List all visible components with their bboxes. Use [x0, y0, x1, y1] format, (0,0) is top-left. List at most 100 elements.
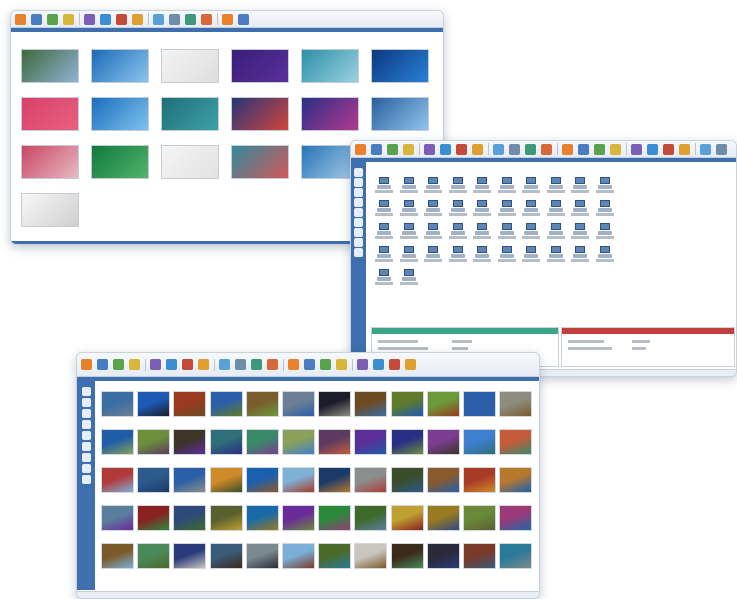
wallpaper-thumbnail[interactable]: [463, 505, 496, 531]
toolbar-tool-icon[interactable]: [440, 143, 451, 155]
wallpaper-thumbnail[interactable]: [390, 429, 424, 455]
wallpaper-thumbnail[interactable]: [209, 391, 243, 417]
toolbar-tool-icon[interactable]: [472, 143, 483, 155]
wallpaper-thumbnail[interactable]: [354, 467, 388, 493]
wallpaper-thumbnail[interactable]: [390, 505, 424, 531]
wallpaper-thumbnail[interactable]: [282, 505, 315, 531]
sidebar-nav-icon[interactable]: [354, 168, 363, 177]
sidebar-nav-icon[interactable]: [81, 475, 91, 484]
toolbar-tool-icon[interactable]: [578, 143, 589, 155]
toolbar-tool-icon[interactable]: [405, 359, 416, 370]
computer-icon[interactable]: [522, 223, 540, 239]
wallpaper-thumbnail[interactable]: [209, 505, 243, 531]
computer-icon[interactable]: [399, 177, 418, 193]
toolbar-tool-icon[interactable]: [493, 143, 504, 155]
sidebar-nav-icon[interactable]: [354, 178, 363, 187]
wallpaper-thumbnail[interactable]: [499, 429, 533, 455]
computer-icon[interactable]: [399, 200, 418, 216]
sidebar-nav-icon[interactable]: [81, 409, 91, 418]
sidebar-nav-icon[interactable]: [354, 238, 363, 247]
computer-icon[interactable]: [546, 246, 565, 262]
computer-icon[interactable]: [448, 200, 467, 216]
wallpaper-thumbnail[interactable]: [245, 391, 279, 417]
computer-icon[interactable]: [522, 246, 540, 262]
wallpaper-thumbnail[interactable]: [463, 429, 496, 455]
toolbar-tool-icon[interactable]: [153, 13, 164, 25]
wallpaper-thumbnail[interactable]: [209, 429, 243, 455]
computer-icon[interactable]: [473, 200, 491, 216]
toolbar-tool-icon[interactable]: [610, 143, 621, 155]
toolbar-tool-icon[interactable]: [166, 359, 177, 370]
toolbar-tool-icon[interactable]: [81, 359, 92, 370]
toolbar-tool-icon[interactable]: [185, 13, 196, 25]
wallpaper-thumbnail[interactable]: [173, 429, 207, 455]
toolbar-tool-icon[interactable]: [304, 359, 315, 370]
computer-icon[interactable]: [399, 246, 418, 262]
toolbar-tool-icon[interactable]: [267, 359, 278, 370]
sidebar-nav-icon[interactable]: [354, 198, 363, 207]
computer-icon[interactable]: [448, 177, 467, 193]
wallpaper-thumbnail[interactable]: [21, 49, 79, 83]
toolbar-tool-icon[interactable]: [235, 359, 246, 370]
wallpaper-thumbnail[interactable]: [101, 543, 134, 569]
wallpaper-thumbnail[interactable]: [426, 391, 460, 417]
toolbar-tool-icon[interactable]: [238, 13, 249, 25]
wallpaper-thumbnail[interactable]: [354, 391, 388, 417]
wallpaper-thumbnail[interactable]: [354, 429, 388, 455]
wallpaper-thumbnail[interactable]: [318, 505, 352, 531]
toolbar-tool-icon[interactable]: [594, 143, 605, 155]
computer-icon[interactable]: [571, 200, 589, 216]
toolbar-tool-icon[interactable]: [525, 143, 536, 155]
computer-icon[interactable]: [375, 246, 393, 262]
computer-icon[interactable]: [595, 223, 614, 239]
toolbar-tool-icon[interactable]: [509, 143, 520, 155]
wallpaper-thumbnail[interactable]: [21, 193, 79, 227]
computer-icon[interactable]: [448, 223, 467, 239]
toolbar-tool-icon[interactable]: [631, 143, 642, 155]
wallpaper-thumbnail[interactable]: [318, 543, 352, 569]
wallpaper-thumbnail[interactable]: [426, 429, 460, 455]
toolbar-tool-icon[interactable]: [371, 143, 382, 155]
wallpaper-thumbnail[interactable]: [173, 505, 207, 531]
toolbar-tool-icon[interactable]: [355, 143, 366, 155]
wallpaper-thumbnail[interactable]: [91, 97, 149, 131]
computer-icon[interactable]: [546, 223, 565, 239]
sidebar-nav-icon[interactable]: [354, 228, 363, 237]
wallpaper-thumbnail[interactable]: [390, 543, 424, 569]
wallpaper-thumbnail[interactable]: [173, 467, 207, 493]
wallpaper-thumbnail[interactable]: [91, 145, 149, 179]
computer-icon[interactable]: [375, 223, 393, 239]
toolbar-tool-icon[interactable]: [320, 359, 331, 370]
wallpaper-thumbnail[interactable]: [499, 391, 533, 417]
toolbar-tool-icon[interactable]: [219, 359, 230, 370]
toolbar-tool-icon[interactable]: [373, 359, 384, 370]
wallpaper-thumbnail[interactable]: [209, 467, 243, 493]
sidebar-nav-icon[interactable]: [81, 387, 91, 396]
computer-icon[interactable]: [571, 177, 589, 193]
computer-icon[interactable]: [375, 269, 393, 285]
wallpaper-thumbnail[interactable]: [161, 97, 219, 131]
computer-icon[interactable]: [595, 177, 614, 193]
wallpaper-thumbnail[interactable]: [245, 505, 279, 531]
computer-icon[interactable]: [497, 200, 516, 216]
sidebar-nav-icon[interactable]: [354, 248, 363, 257]
wallpaper-thumbnail[interactable]: [301, 49, 359, 83]
toolbar-tool-icon[interactable]: [251, 359, 262, 370]
wallpaper-thumbnail[interactable]: [101, 391, 134, 417]
sidebar-nav-icon[interactable]: [81, 442, 91, 451]
wallpaper-thumbnail[interactable]: [173, 543, 207, 569]
toolbar-tool-icon[interactable]: [716, 143, 727, 155]
wallpaper-thumbnail[interactable]: [426, 467, 460, 493]
computer-icon[interactable]: [399, 269, 418, 285]
wallpaper-thumbnail[interactable]: [231, 145, 289, 179]
wallpaper-thumbnail[interactable]: [282, 429, 315, 455]
wallpaper-thumbnail[interactable]: [463, 467, 496, 493]
computer-icon[interactable]: [571, 223, 589, 239]
toolbar-tool-icon[interactable]: [663, 143, 674, 155]
wallpaper-thumbnail[interactable]: [231, 97, 289, 131]
toolbar-tool-icon[interactable]: [562, 143, 573, 155]
wallpaper-thumbnail[interactable]: [318, 391, 352, 417]
computer-icon[interactable]: [424, 200, 442, 216]
computer-icon[interactable]: [497, 223, 516, 239]
wallpaper-thumbnail[interactable]: [371, 49, 429, 83]
